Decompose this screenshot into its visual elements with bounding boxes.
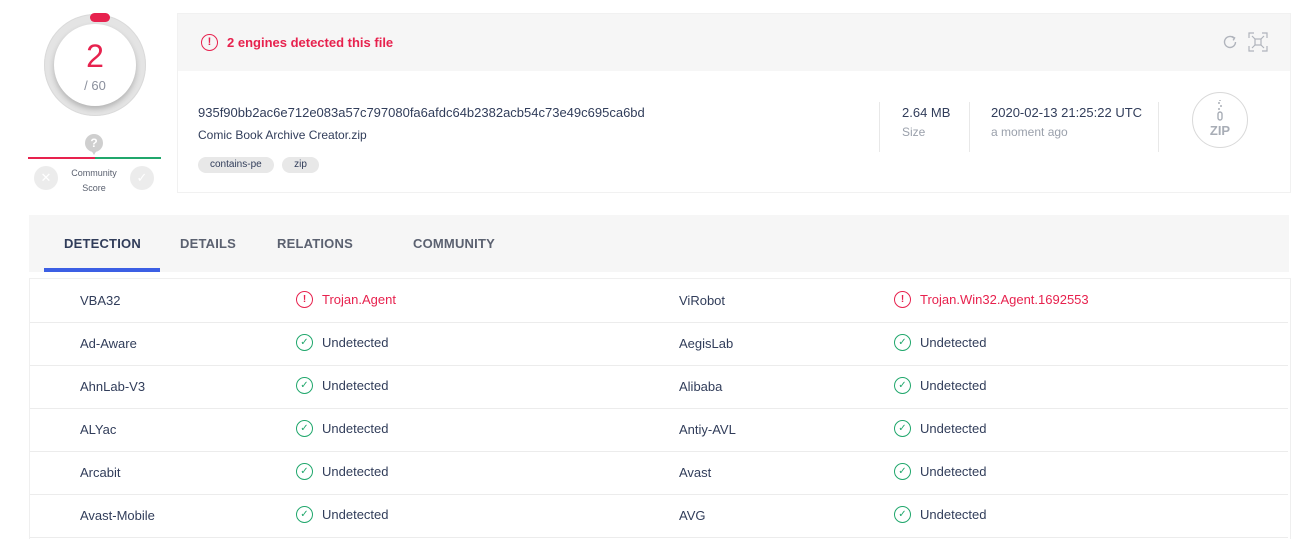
detection-alert-text: 2 engines detected this file [227, 35, 394, 50]
table-row: AhnLab-V3 ✓ Undetected Alibaba ✓ Undetecte… [30, 365, 1288, 409]
check-circle-icon: ✓ [296, 334, 313, 352]
engine-result: ! Trojan.Win32.Agent.1692553 [894, 291, 1089, 309]
engine-name: AegisLab [679, 336, 734, 351]
detected-count: 2 [86, 38, 104, 74]
engine-name: Ad-Aware [80, 336, 137, 351]
engine-result: ✓ Undetected [894, 334, 987, 352]
question-icon: ? [85, 134, 103, 155]
engine-result: ✓ Undetected [296, 377, 389, 395]
table-row: Avast-Mobile ✓ Undetected AVG ✓ Undetected [30, 494, 1288, 538]
engine-result: ✓ Undetected [894, 463, 987, 481]
check-circle-icon: ✓ [296, 377, 313, 395]
tab-community[interactable]: COMMUNITY [413, 236, 495, 251]
zipper-icon [1217, 100, 1223, 121]
engine-name: ViRobot [679, 293, 726, 308]
divider [879, 102, 880, 152]
engine-name: ALYac [80, 422, 117, 437]
table-row: Arcabit ✓ Undetected Avast ✓ Undetected [30, 451, 1288, 495]
exclamation-circle-icon: ! [296, 291, 313, 309]
table-row: ALYac ✓ Undetected Antiy-AVL ✓ Undetected [30, 408, 1288, 452]
check-circle-icon: ✓ [894, 463, 911, 481]
table-row: VBA32 ! Trojan.Agent ViRobot ! Trojan.Win3… [30, 279, 1288, 323]
exclamation-circle-icon: ! [201, 34, 218, 51]
check-circle-icon: ✓ [296, 463, 313, 481]
vote-malicious-button[interactable]: ✕ [34, 166, 58, 190]
community-bar-negative [28, 157, 95, 159]
tab-relations[interactable]: RELATIONS [277, 236, 353, 251]
check-circle-icon: ✓ [296, 420, 313, 438]
analysis-date-relative: a moment ago [991, 125, 1068, 139]
engine-name: Alibaba [679, 379, 723, 394]
engine-result: ✓ Undetected [296, 463, 389, 481]
score-indicator-mark [90, 13, 110, 22]
active-tab-indicator [44, 268, 160, 272]
close-icon: ✕ [40, 170, 52, 185]
score-center: 2 / 60 [54, 24, 136, 106]
exclamation-circle-icon: ! [894, 291, 911, 309]
file-hash[interactable]: 935f90bb2ac6e712e083a57c797080fa6afdc64b… [198, 105, 645, 120]
engines-total: / 60 [84, 78, 106, 93]
divider [969, 102, 970, 152]
engine-result: ✓ Undetected [296, 334, 389, 352]
engine-result: ✓ Undetected [296, 420, 389, 438]
engine-result: ✓ Undetected [894, 377, 987, 395]
tag-zip[interactable]: zip [282, 157, 319, 173]
file-name: Comic Book Archive Creator.zip [198, 128, 367, 142]
engine-name: Antiy-AVL [679, 422, 736, 437]
expand-icon[interactable] [1248, 32, 1268, 52]
file-tags: contains-pe zip [198, 154, 323, 173]
check-circle-icon: ✓ [894, 334, 911, 352]
engine-name: Avast [679, 465, 712, 480]
community-score: ? ✕ Community Score ✓ [28, 134, 162, 198]
tab-details[interactable]: DETAILS [180, 236, 236, 251]
divider [1158, 102, 1159, 152]
tab-detection[interactable]: DETECTION [64, 236, 141, 251]
vote-harmless-button[interactable]: ✓ [130, 166, 154, 190]
engine-name: Arcabit [80, 465, 121, 480]
community-score-label: Community Score [71, 168, 117, 193]
engine-result: ✓ Undetected [894, 420, 987, 438]
community-bar-positive [95, 157, 161, 159]
engine-name: AhnLab-V3 [80, 379, 146, 394]
report-tabs: DETECTION DETAILS RELATIONS COMMUNITY [29, 215, 1289, 272]
zip-file-icon: ZIP [1192, 92, 1248, 148]
tag-contains-pe[interactable]: contains-pe [198, 157, 274, 173]
check-circle-icon: ✓ [894, 420, 911, 438]
file-type-label: ZIP [1209, 123, 1231, 138]
file-size-label: Size [902, 125, 926, 139]
engine-name: VBA32 [80, 293, 121, 308]
detection-alert-bar: ! 2 engines detected this file [178, 14, 1290, 71]
check-circle-icon: ✓ [894, 377, 911, 395]
refresh-icon[interactable] [1222, 34, 1238, 50]
engine-result: ! Trojan.Agent [296, 291, 396, 309]
file-size-value: 2.64 MB [902, 105, 951, 120]
detection-table: VBA32 ! Trojan.Agent ViRobot ! Trojan.Win3… [29, 278, 1291, 539]
check-icon: ✓ [136, 170, 148, 185]
table-row: Ad-Aware ✓ Undetected AegisLab ✓ Undetecte… [30, 322, 1288, 366]
file-summary-card: ! 2 engines detected this file 935f90bb2… [177, 13, 1291, 193]
detection-score-gauge: 2 / 60 [44, 13, 146, 116]
analysis-date-value: 2020-02-13 21:25:22 UTC [991, 105, 1143, 120]
